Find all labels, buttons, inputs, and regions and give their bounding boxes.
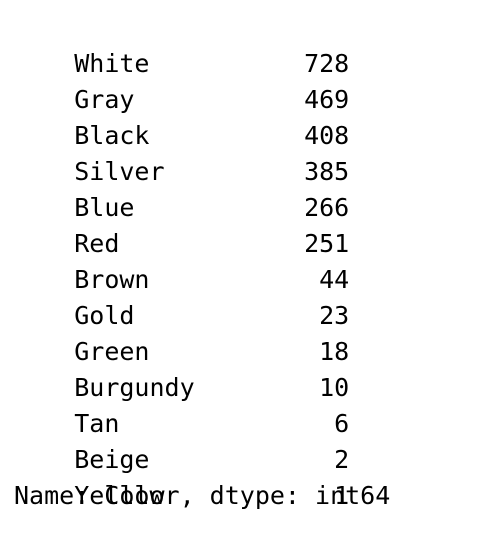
row-value: 2	[334, 445, 350, 474]
row-value: 44	[319, 265, 350, 294]
series-row: White 728	[14, 10, 486, 78]
series-footer: Name: Color, dtype: int64	[14, 481, 391, 510]
row-value: 10	[319, 373, 350, 402]
row-label: Burgundy	[74, 373, 195, 402]
series-output: White 728 Gray 469 Black 408 Silver 385 Blue…	[14, 10, 486, 514]
row-label: Red	[74, 229, 120, 258]
row-value: 385	[304, 157, 350, 186]
row-label: Gold	[74, 301, 135, 330]
row-value: 408	[304, 121, 350, 150]
row-value: 18	[319, 337, 350, 366]
row-value: 266	[304, 193, 350, 222]
row-label: Silver	[74, 157, 165, 186]
row-value: 469	[304, 85, 350, 114]
row-value: 728	[304, 49, 350, 78]
row-value: 6	[334, 409, 350, 438]
row-label: White	[74, 49, 150, 78]
row-label: Green	[74, 337, 150, 366]
row-label: Gray	[74, 85, 135, 114]
row-value: 251	[304, 229, 350, 258]
row-label: Beige	[74, 445, 150, 474]
row-label: Blue	[74, 193, 135, 222]
row-label: Brown	[74, 265, 150, 294]
row-label: Tan	[74, 409, 120, 438]
row-value: 23	[319, 301, 350, 330]
row-label: Black	[74, 121, 150, 150]
